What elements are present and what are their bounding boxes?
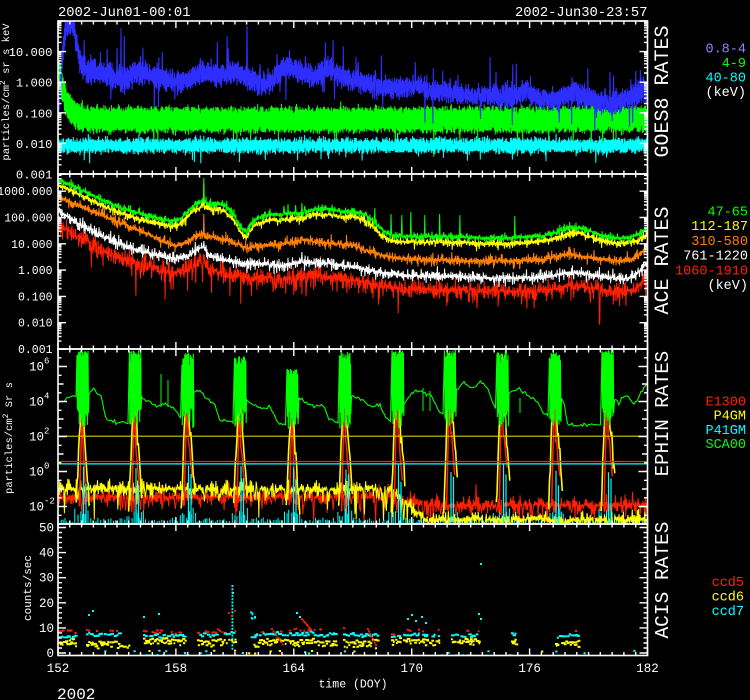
svg-text:0: 0 bbox=[46, 647, 54, 661]
svg-text:1.000: 1.000 bbox=[18, 265, 53, 278]
svg-text:158: 158 bbox=[165, 662, 188, 676]
svg-text:4: 4 bbox=[44, 392, 49, 402]
svg-text:2: 2 bbox=[44, 427, 49, 437]
svg-text:10.000: 10.000 bbox=[9, 46, 53, 60]
svg-text:20: 20 bbox=[39, 597, 54, 611]
svg-text:ccd7: ccd7 bbox=[712, 605, 744, 620]
svg-text:(keV): (keV) bbox=[707, 279, 748, 294]
svg-text:0.100: 0.100 bbox=[16, 107, 53, 121]
svg-text:30: 30 bbox=[39, 572, 54, 586]
svg-text:100.000: 100.000 bbox=[4, 213, 52, 226]
svg-text:counts/sec: counts/sec bbox=[23, 555, 35, 621]
svg-text:10: 10 bbox=[29, 396, 44, 410]
svg-text:1060-1910: 1060-1910 bbox=[675, 264, 748, 279]
svg-text:4-9: 4-9 bbox=[722, 57, 746, 72]
svg-text:E1300: E1300 bbox=[705, 396, 746, 411]
svg-text:10: 10 bbox=[29, 431, 44, 445]
svg-text:2002-Jun30-23:57: 2002-Jun30-23:57 bbox=[515, 6, 647, 21]
svg-text:ccd5: ccd5 bbox=[712, 576, 744, 591]
svg-text:0: 0 bbox=[44, 462, 49, 472]
svg-text:310-580: 310-580 bbox=[691, 235, 748, 250]
svg-text:1.000: 1.000 bbox=[16, 77, 53, 91]
svg-text:10: 10 bbox=[39, 622, 54, 636]
svg-text:particles/cm2 sr s keV: particles/cm2 sr s keV bbox=[0, 23, 13, 161]
svg-text:particles/cm2 Sr s: particles/cm2 Sr s bbox=[2, 382, 16, 494]
svg-text:0.001: 0.001 bbox=[16, 169, 53, 183]
svg-text:1000.000: 1000.000 bbox=[0, 186, 53, 199]
svg-text:152: 152 bbox=[47, 662, 70, 676]
svg-text:10.000: 10.000 bbox=[11, 239, 53, 252]
svg-text:ACE RATES: ACE RATES bbox=[652, 206, 675, 314]
svg-text:2002-Jun01-00:01: 2002-Jun01-00:01 bbox=[58, 6, 190, 21]
svg-text:(keV): (keV) bbox=[705, 86, 746, 101]
svg-text:40: 40 bbox=[39, 547, 54, 561]
svg-text:time (DOY): time (DOY) bbox=[318, 679, 387, 692]
svg-text:10: 10 bbox=[29, 501, 44, 515]
svg-text:0.100: 0.100 bbox=[18, 291, 53, 304]
svg-text:2002: 2002 bbox=[57, 686, 95, 700]
svg-text:170: 170 bbox=[400, 662, 423, 676]
svg-text:SCA00: SCA00 bbox=[705, 438, 746, 453]
svg-text:10: 10 bbox=[29, 466, 44, 480]
svg-text:P4GM: P4GM bbox=[714, 410, 746, 425]
svg-text:10: 10 bbox=[29, 361, 44, 375]
svg-text:176: 176 bbox=[518, 662, 541, 676]
svg-text:40-80: 40-80 bbox=[705, 72, 746, 87]
svg-text:761-1220: 761-1220 bbox=[683, 250, 748, 265]
svg-text:50: 50 bbox=[39, 522, 54, 536]
svg-text:47-65: 47-65 bbox=[707, 206, 748, 221]
svg-text:0.001: 0.001 bbox=[18, 344, 53, 357]
svg-text:0.010: 0.010 bbox=[18, 318, 53, 331]
svg-text:6: 6 bbox=[44, 357, 49, 367]
svg-text:0.010: 0.010 bbox=[16, 138, 53, 152]
svg-text:-2: -2 bbox=[44, 497, 55, 507]
svg-text:182: 182 bbox=[636, 662, 659, 676]
svg-text:ccd6: ccd6 bbox=[712, 591, 744, 606]
svg-text:EPHIN RATES: EPHIN RATES bbox=[652, 351, 674, 476]
svg-text:112-187: 112-187 bbox=[691, 220, 748, 235]
svg-text:ACIS RATES: ACIS RATES bbox=[652, 521, 674, 638]
svg-text:164: 164 bbox=[283, 662, 306, 676]
svg-text:P41GM: P41GM bbox=[705, 424, 746, 439]
svg-text:GOES8 RATES: GOES8 RATES bbox=[652, 25, 675, 157]
svg-text:0.8-4: 0.8-4 bbox=[705, 43, 746, 58]
